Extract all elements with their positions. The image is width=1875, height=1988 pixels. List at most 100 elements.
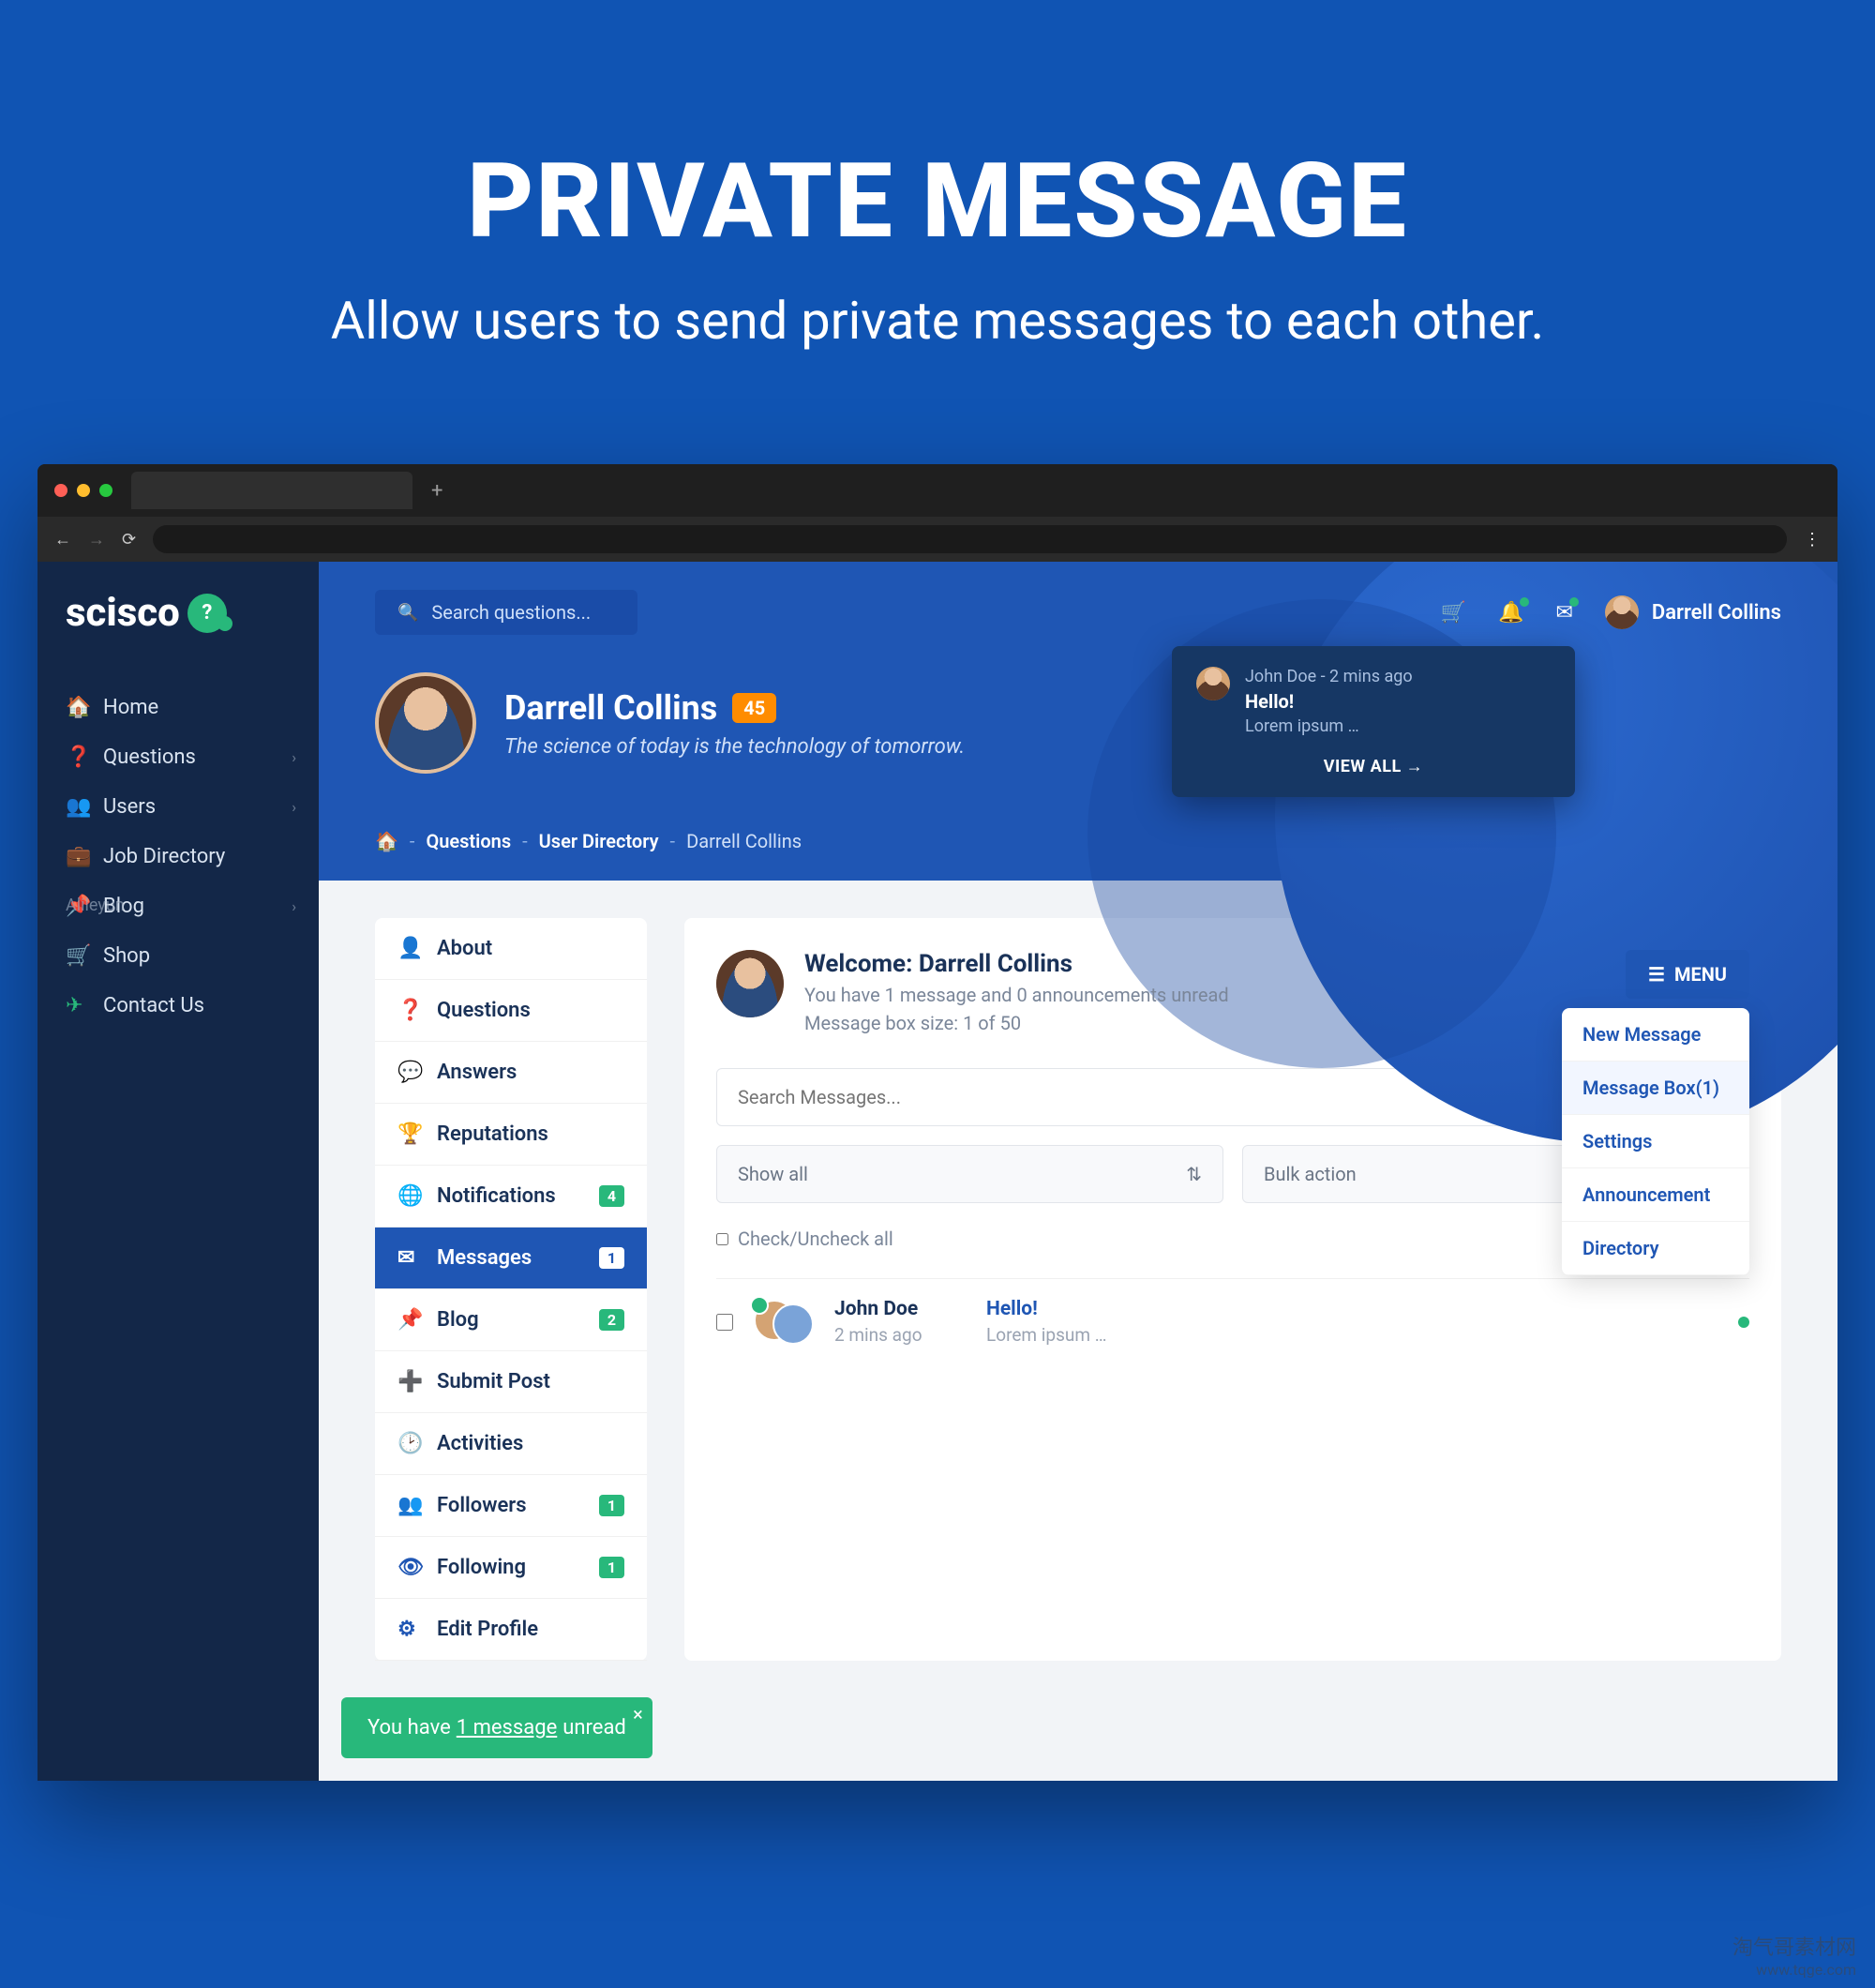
profile-menu-following[interactable]: 👁Following1 [375, 1537, 647, 1599]
avatar [1605, 595, 1639, 629]
app-shell: scisco ? Alileyun 🏠Home❓Questions›👥Users… [38, 562, 1838, 1781]
breadcrumb: 🏠 - Questions - User Directory - Darrell… [375, 830, 1781, 881]
count-badge: 1 [599, 1557, 624, 1578]
browser-frame: + ← → ⟳ ⋮ scisco ? Alileyun 🏠Home ❓ Questi… [38, 464, 1838, 1781]
logo[interactable]: scisco ? [38, 590, 319, 683]
profile-menu-blog[interactable]: 📌Blog2 [375, 1289, 647, 1351]
message-excerpt: Lorem ipsum … [986, 1324, 1106, 1346]
profile-menu-edit-profile[interactable]: ⚙Edit Profile [375, 1599, 647, 1661]
dropdown-new-message[interactable]: New Message [1562, 1008, 1749, 1062]
forward-icon[interactable]: → [88, 530, 105, 550]
back-icon[interactable]: ← [54, 530, 71, 550]
message-time: 2 mins ago [834, 1324, 966, 1346]
close-window-icon[interactable] [54, 484, 68, 497]
browser-menu-icon[interactable]: ⋮ [1804, 530, 1821, 550]
mail-icon[interactable]: ✉ [1555, 601, 1572, 625]
profile-tagline: The science of today is the technology o… [504, 735, 965, 759]
sidebar-item-contact-us[interactable]: ✈Contact Us [38, 981, 319, 1031]
sidebar-item-shop[interactable]: 🛒Shop [38, 931, 319, 981]
home-icon[interactable]: 🏠 [375, 830, 398, 852]
search-box[interactable]: 🔍 [375, 590, 638, 635]
sidebar-item-label: Contact Us [103, 994, 204, 1017]
verified-icon [750, 1296, 769, 1315]
menu-item-label: About [437, 937, 492, 960]
close-icon[interactable]: × [633, 1703, 643, 1725]
menu-item-label: Answers [437, 1061, 517, 1084]
user-menu[interactable]: Darrell Collins [1605, 595, 1781, 629]
search-icon: 🔍 [398, 603, 418, 623]
profile-header: Darrell Collins 45 The science of today … [375, 672, 1781, 774]
menu-icon: ☰ [1648, 963, 1665, 986]
briefcase-icon: 💼 [66, 845, 86, 868]
profile-menu-followers[interactable]: 👥Followers1 [375, 1475, 647, 1537]
dropdown-directory[interactable]: Directory [1562, 1222, 1749, 1275]
comment-icon: 💬 [398, 1061, 420, 1084]
count-badge: 4 [599, 1185, 624, 1207]
watermark-mid: Alileyun [66, 896, 125, 915]
row-checkbox[interactable] [716, 1314, 733, 1331]
globe-icon: 🌐 [398, 1184, 420, 1208]
hero-banner: 🔍 🛒 🔔 ✉ Darrell Collins [319, 562, 1838, 881]
dropdown-announcement[interactable]: Announcement [1562, 1168, 1749, 1222]
profile-menu-answers[interactable]: 💬 Answers [375, 1042, 647, 1104]
reputation-badge: 45 [732, 693, 776, 723]
profile-menu-reputations[interactable]: 🏆Reputations [375, 1104, 647, 1166]
dropdown-settings[interactable]: Settings [1562, 1115, 1749, 1168]
check-all-checkbox[interactable] [716, 1233, 728, 1245]
message-row[interactable]: John Doe 2 mins ago Hello! Lorem ipsum … [716, 1278, 1749, 1346]
browser-tab[interactable] [131, 472, 412, 509]
sidebar-item-label: Questions [103, 746, 196, 769]
breadcrumb-link[interactable]: User Directory [539, 830, 659, 852]
dropdown-message-box[interactable]: Message Box(1) [1562, 1062, 1749, 1115]
menu-item-label: Following [437, 1556, 526, 1579]
bell-icon[interactable]: 🔔 [1498, 601, 1523, 625]
chevron-right-icon: › [292, 748, 296, 766]
profile-menu-submit-post[interactable]: ➕Submit Post [375, 1351, 647, 1413]
user-icon: 👤 [398, 937, 420, 960]
avatar [375, 672, 476, 774]
welcome-title: Welcome: Darrell Collins [804, 950, 1229, 978]
breadcrumb-link[interactable]: Questions [426, 830, 511, 852]
logo-icon: ? [188, 594, 227, 633]
menu-item-label: Followers [437, 1494, 527, 1517]
gear-icon: ⚙ [398, 1618, 420, 1641]
profile-menu-messages[interactable]: ✉Messages1 [375, 1227, 647, 1289]
count-badge: 1 [599, 1247, 624, 1269]
profile-menu-activities[interactable]: 🕑Activities [375, 1413, 647, 1475]
search-input[interactable] [431, 601, 615, 624]
menu-item-label: Questions [437, 999, 531, 1022]
cart-icon[interactable]: 🛒 [1441, 601, 1466, 625]
home-icon: 🏠 [66, 696, 86, 719]
help-icon: ❓ [398, 999, 420, 1022]
count-badge: 1 [599, 1495, 624, 1516]
trophy-icon: 🏆 [398, 1122, 420, 1146]
sidebar-item-label: Users [103, 795, 156, 819]
profile-menu-about[interactable]: 👤 About [375, 918, 647, 980]
minimize-window-icon[interactable] [77, 484, 90, 497]
sidebar-item-users[interactable]: 👥Users› [38, 782, 319, 832]
profile-menu-notifications[interactable]: 🌐 Notifications 4 [375, 1166, 647, 1227]
reload-icon[interactable]: ⟳ [122, 530, 136, 550]
chevron-right-icon: › [292, 798, 296, 816]
browser-urlbar: ← → ⟳ ⋮ [38, 517, 1838, 562]
sidebar-item-questions[interactable]: ❓ Questions › [38, 732, 319, 782]
menu-button[interactable]: ☰ MENU [1626, 950, 1749, 999]
new-tab-button[interactable]: + [431, 479, 442, 503]
pin-icon: 📌 [398, 1308, 420, 1332]
content: 🔍 🛒 🔔 ✉ Darrell Collins [319, 562, 1838, 1781]
help-icon: ❓ [66, 746, 86, 769]
cart-icon: 🛒 [66, 944, 86, 968]
address-bar[interactable] [153, 525, 1787, 553]
sidebar-item-job-directory[interactable]: 💼Job Directory [38, 832, 319, 881]
sidebar-item-home[interactable]: 🏠Home [38, 683, 319, 732]
maximize-window-icon[interactable] [99, 484, 112, 497]
mail-icon: ✉ [398, 1246, 420, 1270]
filter-select[interactable]: Show all⇅ [716, 1145, 1223, 1203]
unread-indicator [1738, 1317, 1749, 1328]
toast-link[interactable]: 1 message [457, 1716, 557, 1740]
sidebar: scisco ? Alileyun 🏠Home❓Questions›👥Users… [38, 562, 319, 1781]
profile-menu-questions[interactable]: ❓ Questions [375, 980, 647, 1042]
menu-item-label: Notifications [437, 1184, 556, 1208]
browser-tabbar: + [38, 464, 1838, 517]
message-subject[interactable]: Hello! [986, 1298, 1106, 1320]
